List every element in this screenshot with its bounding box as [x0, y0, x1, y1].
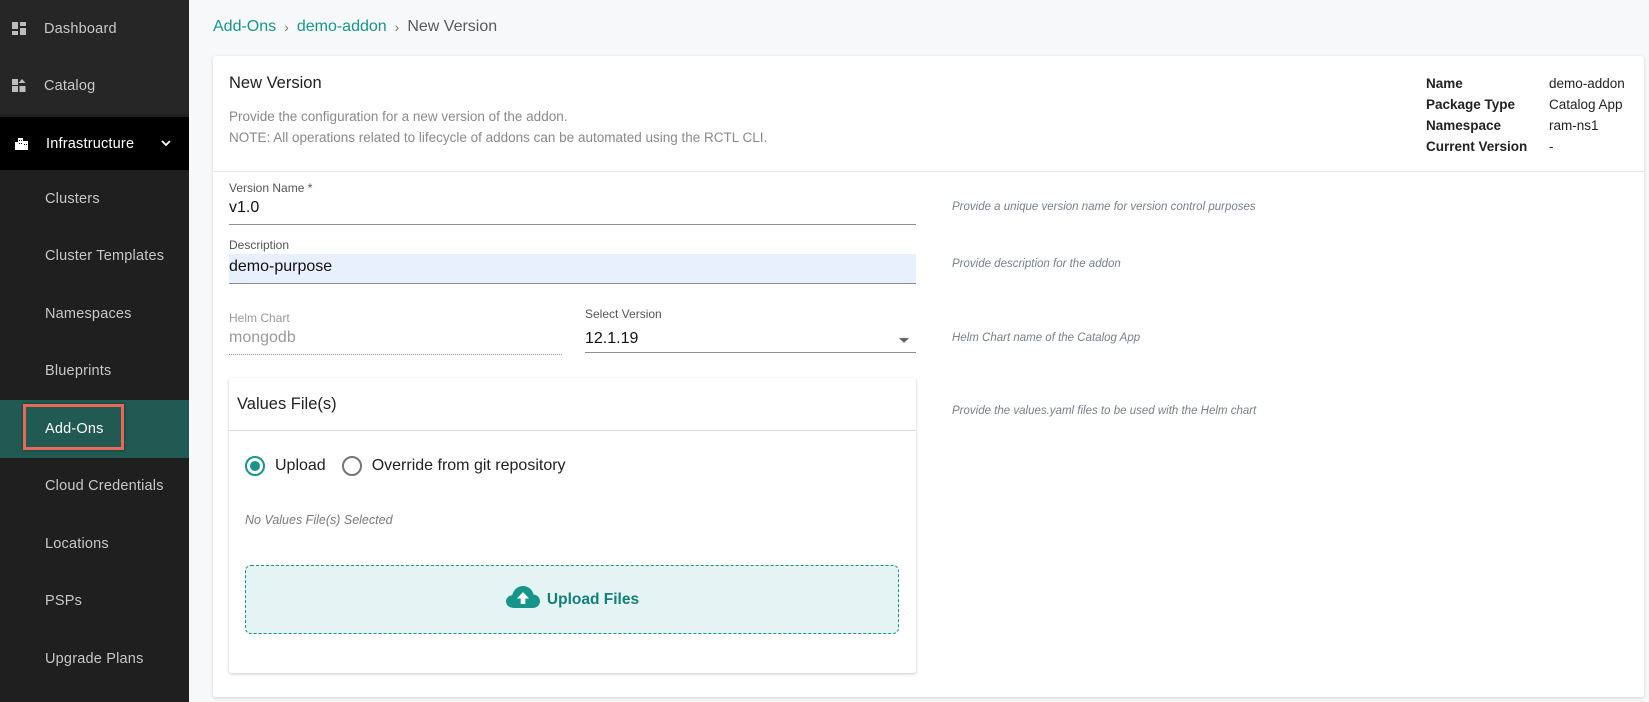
sidebar-item-psps[interactable]: PSPs	[0, 573, 189, 631]
version-name-label: Version Name *	[229, 181, 313, 195]
description-field: Description demo-purpose	[229, 238, 916, 284]
highlight-box	[23, 404, 124, 450]
values-files-title: Values File(s)	[229, 378, 916, 431]
meta-value: ram-ns1	[1549, 118, 1599, 133]
sidebar-item-label: Cluster Templates	[45, 248, 165, 265]
sidebar-item-cloud-credentials[interactable]: Cloud Credentials	[0, 458, 189, 516]
version-name-field: Version Name * v1.0	[229, 181, 916, 225]
no-files-text: No Values File(s) Selected	[245, 513, 393, 527]
breadcrumb-link-demo-addon[interactable]: demo-addon	[297, 18, 387, 36]
description-input[interactable]: demo-purpose	[229, 254, 916, 284]
upload-radio[interactable]	[245, 456, 265, 476]
dashboard-icon	[0, 22, 44, 35]
meta-value: Catalog App	[1549, 97, 1623, 112]
catalog-icon	[0, 79, 44, 92]
version-name-hint: Provide a unique version name for versio…	[952, 201, 1256, 213]
sidebar-section-infrastructure[interactable]: Infrastructure	[0, 117, 189, 170]
meta-key: Package Type	[1426, 97, 1516, 112]
override-git-radio[interactable]	[341, 456, 362, 476]
description-hint: Provide description for the addon	[952, 258, 1121, 270]
page-description: Provide the configuration for a new vers…	[229, 106, 767, 148]
meta-key: Namespace	[1426, 118, 1502, 133]
select-version-value: 12.1.19	[585, 329, 639, 347]
override-git-radio-label[interactable]: Override from git repository	[372, 457, 566, 475]
values-files-hint: Provide the values.yaml files to be used…	[952, 405, 1257, 417]
cloud-upload-icon	[505, 585, 541, 614]
description-note: NOTE: All operations related to lifecycl…	[229, 130, 768, 145]
breadcrumb-current: New Version	[407, 18, 498, 35]
card-header: New Version Provide the configuration fo…	[213, 56, 1644, 172]
sidebar-item-label: PSPs	[45, 593, 83, 610]
version-name-input[interactable]: v1.0	[229, 195, 916, 225]
breadcrumb-separator: ›	[394, 19, 400, 35]
sidebar-item-label: Clusters	[45, 190, 100, 207]
sidebar-item-label: Catalog	[44, 77, 96, 94]
values-files-card: Values File(s) Upload Override from git …	[229, 378, 916, 673]
upload-files-label: Upload Files	[546, 590, 640, 608]
sidebar-item-label: Locations	[45, 535, 109, 552]
sidebar-item-namespaces[interactable]: Namespaces	[0, 285, 189, 343]
sidebar-item-upgrade-plans[interactable]: Upgrade Plans	[0, 630, 189, 688]
helm-chart-label: Helm Chart	[229, 311, 290, 325]
upload-files-button[interactable]: Upload Files	[245, 565, 899, 634]
meta-key: Current Version	[1426, 139, 1528, 154]
sidebar-item-blueprints[interactable]: Blueprints	[0, 343, 189, 401]
select-version-label: Select Version	[585, 307, 662, 321]
upload-radio-label[interactable]: Upload	[275, 457, 326, 475]
select-version-field: Select Version 12.1.19	[585, 307, 916, 353]
sidebar-item-label: Blueprints	[45, 363, 112, 380]
sidebar-item-label: Dashboard	[44, 20, 117, 37]
sidebar-item-locations[interactable]: Locations	[0, 515, 189, 573]
sidebar-item-label: Upgrade Plans	[45, 650, 144, 667]
sidebar-item-cluster-templates[interactable]: Cluster Templates	[0, 228, 189, 286]
select-version-dropdown[interactable]: 12.1.19	[585, 321, 916, 353]
sidebar-item-catalog[interactable]: Catalog	[0, 57, 189, 114]
sidebar-item-label: Namespaces	[45, 305, 132, 322]
helm-chart-hint: Helm Chart name of the Catalog App	[952, 332, 1141, 344]
sidebar-item-clusters[interactable]: Clusters	[0, 170, 189, 228]
meta-value: -	[1549, 139, 1554, 154]
breadcrumb-separator: ›	[284, 19, 289, 35]
helm-chart-input: mongodb	[229, 325, 562, 355]
infrastructure-icon	[0, 137, 46, 150]
sidebar-item-dashboard[interactable]: Dashboard	[0, 0, 189, 57]
new-version-card: New Version Provide the configuration fo…	[213, 56, 1644, 697]
description-label: Description	[229, 238, 290, 252]
helm-chart-field: Helm Chart mongodb	[229, 311, 562, 355]
sidebar-item-add-ons[interactable]: Add-Ons	[0, 400, 189, 458]
sidebar-item-label: Cloud Credentials	[45, 478, 164, 495]
breadcrumb-link-add-ons[interactable]: Add-Ons	[213, 18, 276, 36]
addon-meta: Name demo-addon Package Type Catalog App…	[1426, 73, 1625, 157]
values-source-radio-group: Upload Override from git repository	[245, 456, 566, 476]
chevron-down-icon[interactable]	[161, 140, 171, 147]
sidebar-section-label: Infrastructure	[46, 135, 135, 152]
sidebar: Dashboard Catalog Infrastructure Cluster…	[0, 0, 189, 702]
dropdown-arrow-icon	[899, 330, 909, 348]
meta-key: Name	[1426, 76, 1463, 91]
description-line: Provide the configuration for a new vers…	[229, 109, 568, 124]
page-title: New Version	[229, 74, 322, 92]
meta-value: demo-addon	[1549, 76, 1625, 91]
breadcrumb: Add-Ons › demo-addon › New Version	[213, 18, 497, 36]
